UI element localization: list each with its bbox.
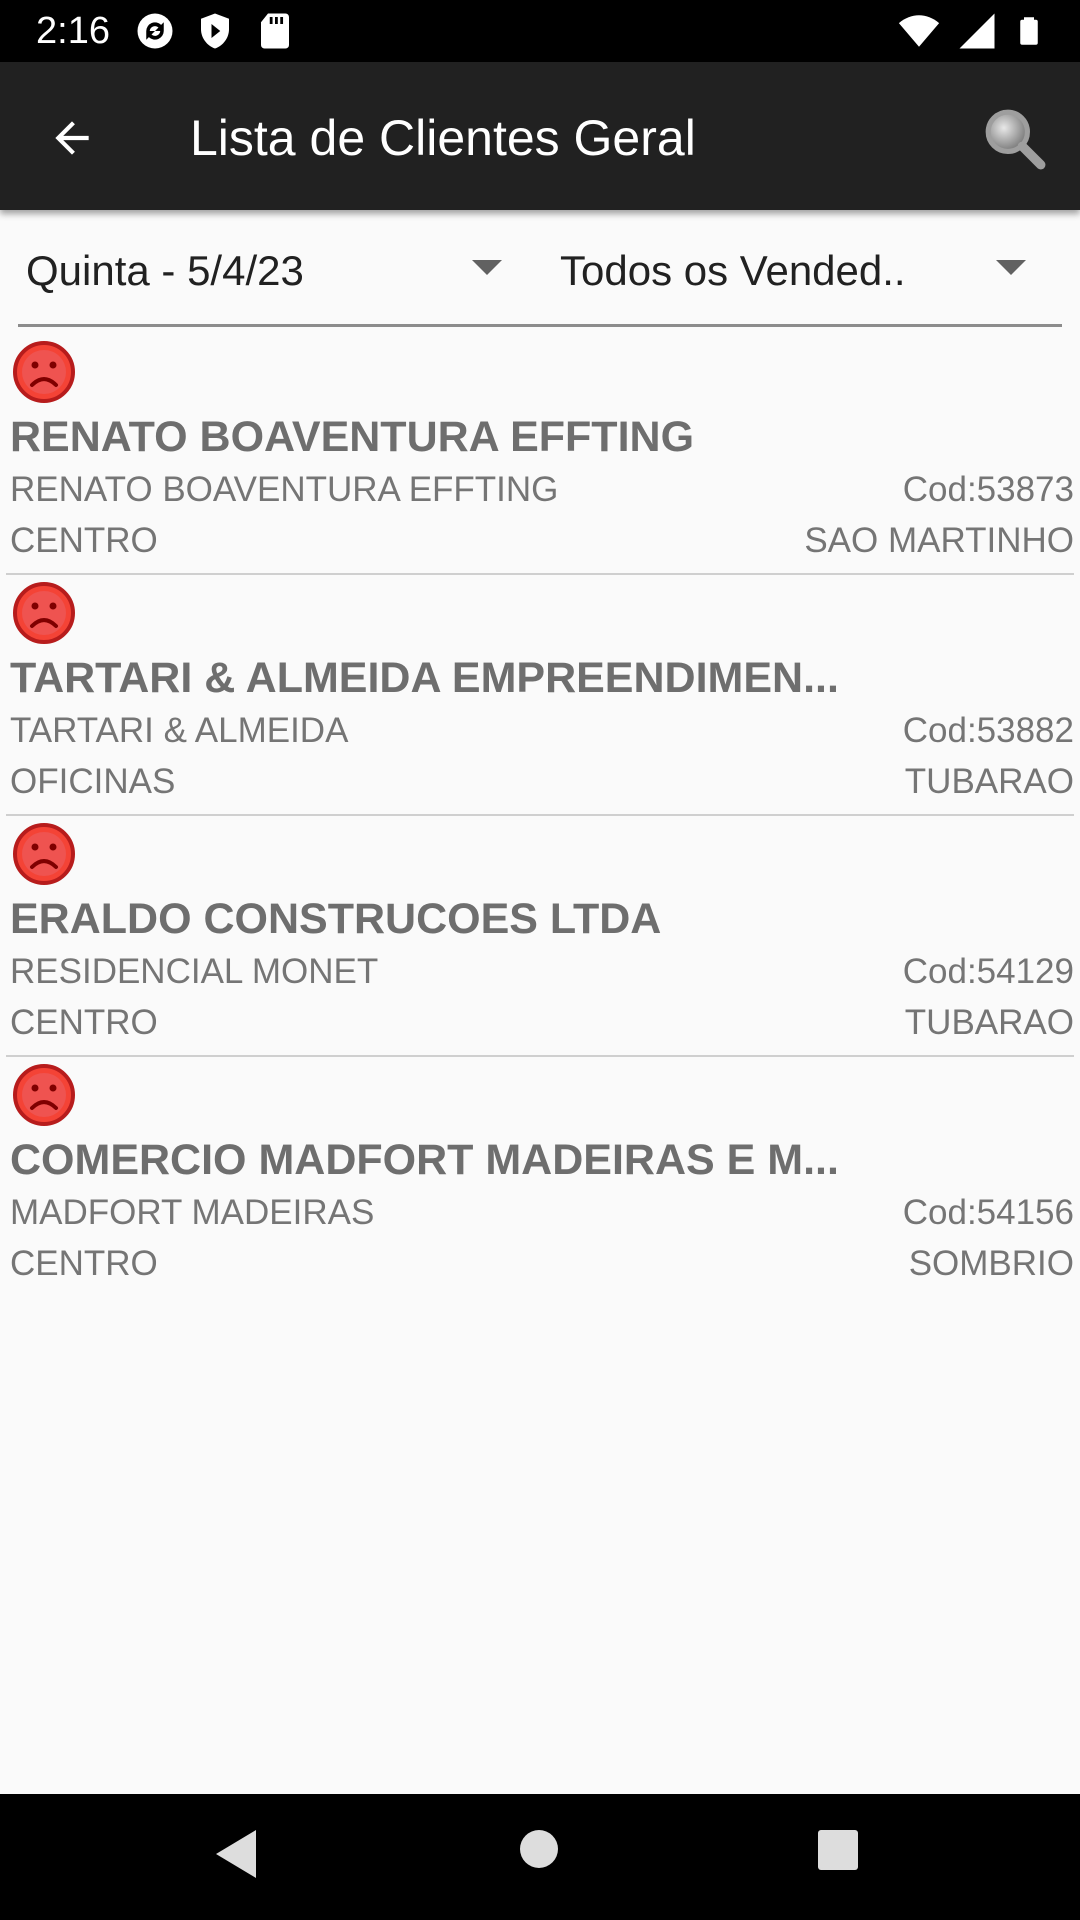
shield-icon (201, 13, 229, 49)
search-button[interactable] (968, 92, 1060, 184)
client-city: SAO MARTINHO (804, 521, 1074, 560)
sad-face-icon (13, 823, 75, 885)
client-district: OFICINAS (10, 762, 176, 801)
client-city: TUBARAO (904, 762, 1074, 801)
list-item[interactable]: TARTARI & ALMEIDA EMPREENDIMEN... TARTAR… (6, 575, 1074, 816)
status-icons-right (898, 10, 1044, 52)
list-item[interactable]: RENATO BOAVENTURA EFFTING RENATO BOAVENT… (6, 334, 1074, 575)
status-bar: 2:16 (0, 0, 1080, 62)
sd-card-icon (261, 13, 289, 49)
wifi-icon (898, 15, 940, 47)
back-button[interactable] (30, 96, 114, 180)
client-fantasy-name: RESIDENCIAL MONET (10, 952, 379, 991)
search-icon (985, 109, 1046, 170)
sync-icon (137, 13, 173, 49)
client-name: RENATO BOAVENTURA EFFTING (10, 413, 695, 461)
page-title: Lista de Clientes Geral (190, 110, 696, 166)
sad-face-icon (13, 582, 75, 644)
list-item[interactable]: COMERCIO MADFORT MADEIRAS E M... MADFORT… (6, 1057, 1074, 1298)
client-name: TARTARI & ALMEIDA EMPREENDIMEN... (10, 654, 839, 702)
client-name: COMERCIO MADFORT MADEIRAS E M... (10, 1136, 839, 1184)
client-name: ERALDO CONSTRUCOES LTDA (10, 895, 662, 943)
battery-icon (1020, 17, 1038, 45)
navigation-bar (0, 1794, 1080, 1920)
client-list: RENATO BOAVENTURA EFFTING RENATO BOAVENT… (0, 334, 1080, 1298)
sad-face-icon (13, 1064, 75, 1126)
client-city: TUBARAO (904, 1003, 1074, 1042)
app-bar: Lista de Clientes Geral (0, 62, 1080, 210)
client-district: CENTRO (10, 1003, 158, 1042)
filter-divider (18, 324, 1062, 327)
arrow-back-icon (55, 121, 89, 155)
client-code: Cod:54156 (902, 1193, 1074, 1232)
nav-recents-icon[interactable] (818, 1830, 858, 1870)
list-item[interactable]: ERALDO CONSTRUCOES LTDA RESIDENCIAL MONE… (6, 816, 1074, 1057)
status-icons-left (134, 10, 296, 52)
client-district: CENTRO (10, 521, 158, 560)
nav-back-icon[interactable] (216, 1830, 256, 1878)
cell-signal-icon (959, 13, 995, 49)
seller-spinner[interactable]: Todos os Vended.. (560, 236, 1040, 306)
dropdown-arrow-icon (996, 260, 1026, 275)
day-spinner-value: Quinta - 5/4/23 (26, 247, 304, 294)
client-code: Cod:53882 (902, 711, 1074, 750)
nav-home-icon[interactable] (520, 1830, 558, 1868)
filter-bar: Quinta - 5/4/23 Todos os Vended.. (0, 210, 1080, 328)
client-fantasy-name: TARTARI & ALMEIDA (10, 711, 349, 750)
client-code: Cod:54129 (902, 952, 1074, 991)
client-city: SOMBRIO (908, 1244, 1074, 1283)
status-time: 2:16 (36, 10, 110, 52)
dropdown-arrow-icon (472, 260, 502, 275)
day-spinner[interactable]: Quinta - 5/4/23 (26, 236, 502, 306)
client-fantasy-name: RENATO BOAVENTURA EFFTING (10, 470, 559, 509)
client-fantasy-name: MADFORT MADEIRAS (10, 1193, 375, 1232)
seller-spinner-value: Todos os Vended.. (560, 247, 906, 294)
client-district: CENTRO (10, 1244, 158, 1283)
client-code: Cod:53873 (902, 470, 1074, 509)
sad-face-icon (13, 341, 75, 403)
